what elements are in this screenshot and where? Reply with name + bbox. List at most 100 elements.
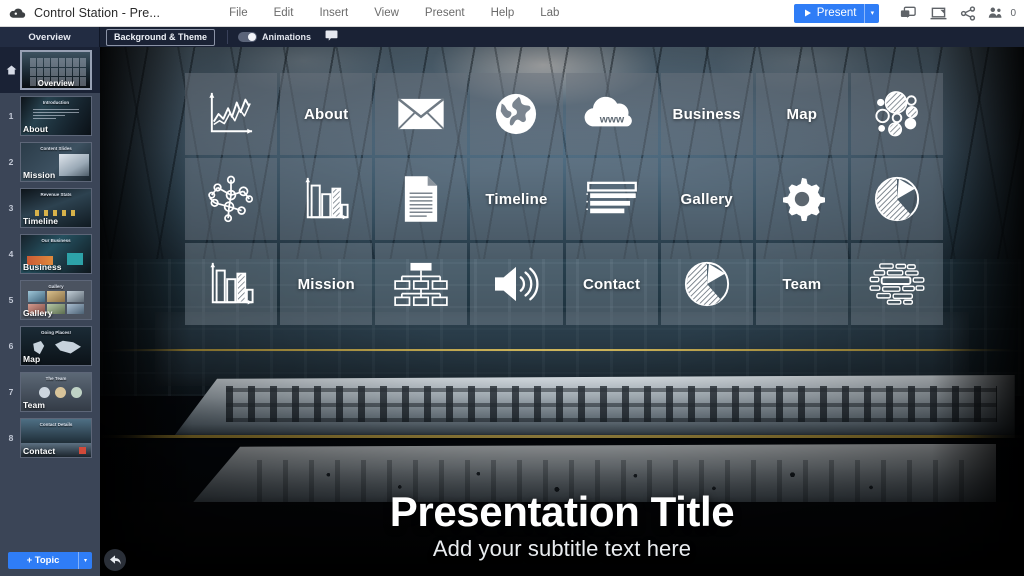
- tile-mission[interactable]: Mission: [280, 243, 373, 325]
- document-title[interactable]: Control Station - Pre...: [34, 6, 160, 20]
- tile-business[interactable]: Business: [660, 73, 753, 155]
- people-icon[interactable]: [983, 2, 1009, 24]
- tile-text-lines[interactable]: [565, 158, 658, 240]
- thumb-title: Content Slides: [40, 146, 72, 151]
- tile-bar-chart[interactable]: [280, 158, 373, 240]
- sidebar-item-slide-2[interactable]: 2 Content Slides Mission: [0, 139, 100, 185]
- slide-thumbnail[interactable]: Overview: [20, 50, 92, 90]
- slide-thumbnail-label: Contact: [23, 446, 56, 456]
- tile-label: Contact: [582, 275, 641, 293]
- text-lines-icon: [585, 181, 637, 214]
- menu-item-edit[interactable]: Edit: [261, 3, 307, 23]
- line-chart-icon: [209, 92, 253, 134]
- tile-map[interactable]: Map: [755, 73, 848, 155]
- present-dropdown-caret[interactable]: ▾: [864, 3, 879, 23]
- tile-label: Mission: [297, 275, 355, 293]
- back-button[interactable]: [104, 549, 126, 571]
- present-on-device-icon[interactable]: [923, 2, 953, 24]
- tile-line-chart[interactable]: [185, 73, 278, 155]
- slide-thumbnail[interactable]: Content Slides Mission: [20, 142, 92, 182]
- bar-chart-icon: [305, 177, 349, 220]
- page-title[interactable]: Presentation Title: [100, 489, 1024, 534]
- slide-thumbnail[interactable]: Our Business Business: [20, 234, 92, 274]
- tile-label: Gallery: [680, 190, 733, 208]
- animations-toggle[interactable]: Animations: [238, 32, 311, 42]
- sidebar-item-overview[interactable]: Overview: [0, 47, 100, 93]
- cloud-icon[interactable]: [0, 7, 34, 20]
- slide-number: 8: [8, 433, 14, 443]
- tile-org-chart[interactable]: [375, 243, 468, 325]
- present-button[interactable]: Present ▾: [793, 3, 880, 23]
- toggle-switch[interactable]: [238, 32, 258, 42]
- tile-bubble-chart[interactable]: [850, 73, 943, 155]
- tile-speaker[interactable]: [470, 243, 563, 325]
- add-topic-button[interactable]: + Topic ▾: [8, 551, 92, 569]
- tile-word-cloud[interactable]: [850, 243, 943, 325]
- tile-gallery[interactable]: Gallery: [660, 158, 753, 240]
- sidebar-item-slide-7[interactable]: 7 The Team Team: [0, 369, 100, 415]
- menu-item-present[interactable]: Present: [412, 3, 478, 23]
- tile-bar-chart-2[interactable]: [185, 243, 278, 325]
- comment-icon[interactable]: [893, 2, 923, 24]
- tile-pie-chart-2[interactable]: [660, 243, 753, 325]
- slide-thumbnail-label: Map: [23, 354, 41, 364]
- tile-about[interactable]: About: [280, 73, 373, 155]
- navigation-tile-grid: About www Business Map Timeline Gallery …: [185, 73, 943, 325]
- tile-gear[interactable]: [755, 158, 848, 240]
- menu-item-view[interactable]: View: [361, 3, 412, 23]
- home-icon: [2, 65, 20, 75]
- tab-overview[interactable]: Overview: [0, 27, 100, 47]
- pie-chart-icon: [874, 176, 920, 222]
- tile-team[interactable]: Team: [755, 243, 848, 325]
- add-topic-caret[interactable]: ▾: [78, 551, 92, 569]
- tile-network-nodes[interactable]: [185, 158, 278, 240]
- back-arrow-icon: [109, 555, 121, 565]
- menu-item-help[interactable]: Help: [478, 3, 528, 23]
- slide-thumbnail[interactable]: Contact Details Contact: [20, 418, 92, 458]
- slide-thumbnail-label: Overview: [37, 79, 75, 88]
- slide-thumbnail[interactable]: Going Places! Map: [20, 326, 92, 366]
- tile-document[interactable]: [375, 158, 468, 240]
- menu-item-file[interactable]: File: [216, 3, 261, 23]
- share-icon[interactable]: [953, 2, 983, 24]
- tile-www-cloud[interactable]: www: [565, 73, 658, 155]
- sidebar-item-slide-1[interactable]: 1 Introduction About: [0, 93, 100, 139]
- slide-thumbnail-label: Team: [23, 400, 45, 410]
- slide-number: 7: [8, 387, 14, 397]
- comment-icon[interactable]: [325, 28, 338, 46]
- menu-item-lab[interactable]: Lab: [527, 3, 572, 23]
- sidebar-item-slide-4[interactable]: 4 Our Business Business: [0, 231, 100, 277]
- slide-canvas[interactable]: About www Business Map Timeline Gallery …: [100, 47, 1024, 576]
- sidebar-item-slide-6[interactable]: 6 Going Places! Map: [0, 323, 100, 369]
- thumb-photo: [59, 154, 89, 176]
- slide-number: 6: [8, 341, 14, 351]
- menu-item-insert[interactable]: Insert: [306, 3, 361, 23]
- tile-timeline[interactable]: Timeline: [470, 158, 563, 240]
- tile-envelope[interactable]: [375, 73, 468, 155]
- org-chart-icon: [394, 262, 449, 306]
- sidebar-item-slide-3[interactable]: 3 Revenue Stats Timeline: [0, 185, 100, 231]
- slide-title-block[interactable]: Presentation Title Add your subtitle tex…: [100, 489, 1024, 562]
- thumb-title: Our Business: [41, 238, 71, 243]
- tile-pie-chart[interactable]: [850, 158, 943, 240]
- sidebar-item-slide-5[interactable]: 5 Gallery Gallery: [0, 277, 100, 323]
- app-root: Control Station - Pre... File Edit Inser…: [0, 0, 1024, 576]
- slide-overview: About www Business Map Timeline Gallery …: [100, 47, 1024, 576]
- add-topic-label: + Topic: [26, 554, 60, 566]
- bubble-chart-icon: [875, 91, 918, 137]
- envelope-icon: [397, 97, 445, 130]
- tile-globe[interactable]: [470, 73, 563, 155]
- background-theme-button[interactable]: Background & Theme: [106, 28, 216, 46]
- slide-thumbnail[interactable]: Introduction About: [20, 96, 92, 136]
- play-icon: [802, 9, 812, 17]
- slide-thumbnail[interactable]: Revenue Stats Timeline: [20, 188, 92, 228]
- slide-thumbnail[interactable]: The Team Team: [20, 372, 92, 412]
- slide-thumbnail[interactable]: Gallery Gallery: [20, 280, 92, 320]
- sidebar-item-slide-8[interactable]: 8 Contact Details Contact: [0, 415, 100, 461]
- slide-thumbnail-label: About: [23, 124, 49, 134]
- slide-number: 2: [8, 157, 14, 167]
- network-nodes-icon: [208, 175, 254, 223]
- tile-contact[interactable]: Contact: [565, 243, 658, 325]
- page-subtitle[interactable]: Add your subtitle text here: [100, 536, 1024, 562]
- slide-list[interactable]: Overview 1 Introduction About 2 Content …: [0, 47, 100, 544]
